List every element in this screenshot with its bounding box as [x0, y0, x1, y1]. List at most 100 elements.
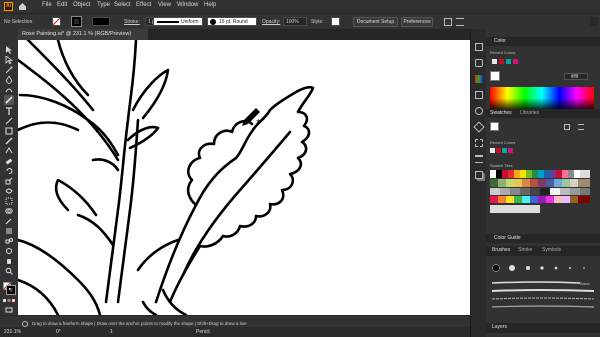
profile-dropdown[interactable]: Uniform [153, 17, 203, 26]
eyedropper-tool-icon[interactable] [5, 217, 13, 225]
free-transform-tool-icon[interactable] [5, 197, 13, 205]
rotation-angle[interactable]: 0° [56, 329, 61, 335]
menu-help[interactable]: Help [204, 2, 216, 8]
preferences-button[interactable]: Preferences [401, 17, 433, 27]
pen-tool-icon[interactable] [5, 76, 13, 84]
menu-edit[interactable]: Edit [57, 2, 67, 8]
recent-color-4[interactable] [513, 59, 518, 64]
hex-input[interactable]: ffffff [564, 73, 588, 80]
swatch-list-icon[interactable] [578, 124, 584, 130]
magic-wand-tool-icon[interactable] [5, 66, 13, 74]
home-icon[interactable] [18, 2, 27, 11]
transform-panel-icon[interactable] [475, 139, 483, 147]
layers-tab: Layers [492, 324, 508, 330]
menu-file[interactable]: File [42, 2, 52, 8]
menu-view[interactable]: View [158, 2, 171, 8]
gradient-tool-icon[interactable] [5, 227, 13, 235]
swatch-view-options[interactable] [564, 124, 570, 130]
rotate-tool-icon[interactable] [5, 167, 13, 175]
fill-stroke-widget[interactable] [3, 282, 16, 295]
swatches-panel-icon[interactable] [475, 91, 483, 99]
zoom-tool-icon[interactable] [5, 267, 13, 275]
properties-panel-icon[interactable] [475, 43, 483, 51]
line-tool-icon[interactable] [5, 117, 13, 125]
swatch-grid[interactable] [490, 170, 590, 214]
color-guide-title: Color Guide [494, 235, 521, 241]
opacity-label: Opacity: [262, 19, 281, 25]
recent-color-1[interactable] [492, 59, 497, 64]
opacity-input[interactable]: 100% [283, 17, 307, 26]
bottom-info-bar: 231.1% 0° 1 Pencil [0, 327, 470, 337]
menu-type[interactable]: Type [97, 2, 110, 8]
stroke-tab[interactable]: Stroke [518, 247, 532, 253]
fill-swatch[interactable] [52, 17, 61, 26]
recent-color-2[interactable] [499, 59, 504, 64]
fill-stroke-small[interactable] [490, 122, 499, 131]
layers-panel-icon[interactable] [475, 171, 483, 179]
document-tab[interactable]: Rose Painting.ai* @ 231.1 % (RGB/Preview… [18, 29, 148, 40]
brush-dropdown[interactable]: 15 pt. Round [207, 17, 257, 26]
symbol-sprayer-tool-icon[interactable] [5, 247, 13, 255]
libraries-tab[interactable]: Libraries [520, 110, 539, 116]
recent-colors-label-2: Recent Colors [490, 140, 516, 145]
color-guide-header[interactable]: Color Guide [486, 234, 600, 243]
type-tool-icon[interactable] [5, 107, 13, 115]
style-swatch[interactable] [331, 17, 340, 26]
eraser-tool-icon[interactable] [5, 157, 13, 165]
color-spectrum[interactable] [490, 87, 594, 109]
brushes-tab[interactable]: Brushes [492, 247, 510, 253]
current-tool: Pencil [196, 329, 210, 335]
fill-stroke-mini[interactable] [490, 71, 500, 81]
app-logo: Ai [4, 2, 13, 11]
libraries-panel-icon[interactable] [475, 59, 483, 67]
brush-presets[interactable] [490, 261, 590, 275]
brushes-panel-icon[interactable] [475, 107, 483, 115]
selection-status: No Selection [4, 19, 33, 25]
stroke-panel-icon[interactable] [475, 155, 483, 163]
blend-tool-icon[interactable] [5, 237, 13, 245]
hand-tool-icon[interactable] [5, 257, 13, 265]
menu-effect[interactable]: Effect [136, 2, 151, 8]
width-tool-icon[interactable] [5, 187, 13, 195]
pencil-tool-icon[interactable] [4, 95, 14, 105]
artboard-canvas[interactable]: * [18, 40, 470, 315]
panel-dock-icons [470, 29, 486, 337]
tools-panel [0, 29, 18, 315]
drawing-mode-icon[interactable] [5, 307, 13, 313]
zoom-level[interactable]: 231.1% [4, 329, 21, 335]
layers-panel-header[interactable]: Layers [486, 323, 600, 333]
paintbrush-tool-icon[interactable] [5, 137, 13, 145]
color-panel-title: Color [494, 38, 506, 44]
symbols-tab[interactable]: Symbols [542, 247, 561, 253]
recent-swatch-4[interactable] [508, 148, 513, 153]
color-panel-header[interactable]: Color [486, 37, 600, 46]
curvature-tool-icon[interactable] [5, 86, 13, 94]
menu-select[interactable]: Select [114, 2, 131, 8]
style-label: Style: [311, 19, 324, 25]
rose-line-artwork: * [18, 40, 315, 315]
recent-color-3[interactable] [506, 59, 511, 64]
menu-object[interactable]: Object [73, 2, 90, 8]
scale-tool-icon[interactable] [5, 177, 13, 185]
color-panel-icon[interactable] [475, 75, 483, 83]
shaper-tool-icon[interactable] [5, 147, 13, 155]
swatches-tab[interactable]: Swatches [490, 110, 512, 116]
none-slash-icon [53, 18, 60, 25]
recent-swatch-3[interactable] [502, 148, 507, 153]
stroke-color-dropdown[interactable] [92, 17, 110, 26]
direct-selection-tool-icon[interactable] [5, 56, 13, 64]
symbols-panel-icon[interactable] [473, 121, 485, 133]
color-mode-icons[interactable] [3, 299, 15, 303]
recent-swatch-2[interactable] [496, 148, 501, 153]
panel-menu-icon[interactable] [456, 18, 464, 26]
shape-builder-tool-icon[interactable] [5, 207, 13, 215]
artboard-number[interactable]: 1 [110, 329, 113, 335]
rectangle-tool-icon[interactable] [5, 127, 13, 135]
arrange-icon[interactable] [444, 18, 452, 26]
selection-tool-icon[interactable] [5, 46, 13, 54]
document-setup-button[interactable]: Document Setup [353, 17, 398, 27]
menu-window[interactable]: Window [177, 2, 198, 8]
recent-swatch-1[interactable] [490, 148, 495, 153]
search-field[interactable] [590, 17, 598, 26]
stroke-swatch[interactable] [71, 16, 82, 27]
